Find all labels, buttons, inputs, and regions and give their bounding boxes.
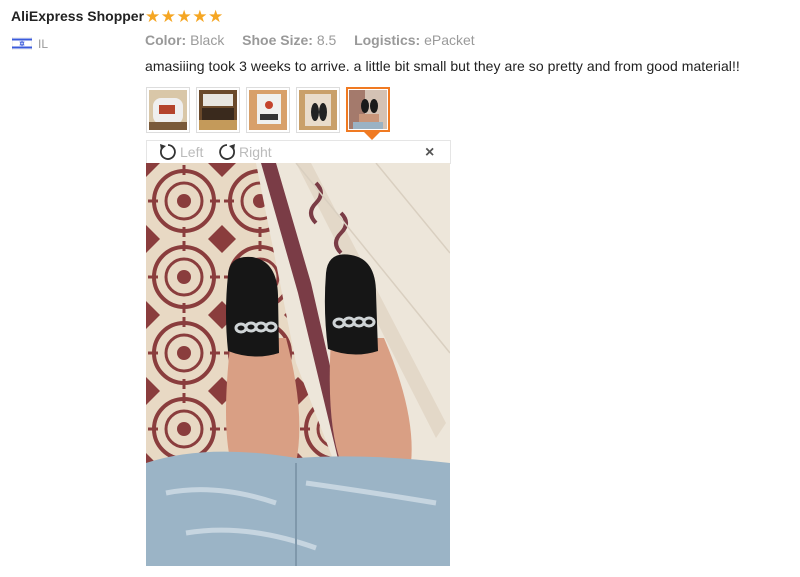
attr-size-value: 8.5	[316, 32, 337, 48]
rating-stars: ★★★★★	[145, 7, 224, 26]
order-attributes: Color: Black Shoe Size: 8.5 Logistics: e…	[145, 32, 475, 48]
attr-logistics-value: ePacket	[424, 32, 475, 48]
attr-size-key: Shoe Size:	[242, 32, 313, 48]
attr-color-value: Black	[190, 32, 225, 48]
rotate-left-icon	[160, 144, 176, 160]
rotate-left-button[interactable]: Left	[158, 142, 203, 162]
attr-color-key: Color:	[145, 32, 187, 48]
review-photo[interactable]	[146, 163, 450, 566]
review-text: amasiiing took 3 weeks to arrive. a litt…	[145, 58, 740, 74]
rotate-right-icon	[219, 144, 235, 160]
rotate-left-label: Left	[180, 144, 204, 160]
review-thumbnail[interactable]	[146, 87, 190, 133]
reviewer-name: AliExpress Shopper	[11, 8, 145, 24]
rotate-right-button[interactable]: Right	[217, 142, 272, 162]
review-thumbnail[interactable]	[196, 87, 240, 133]
close-icon[interactable]: ×	[425, 144, 434, 162]
rotate-right-label: Right	[239, 144, 272, 160]
thumbnail-strip	[146, 87, 390, 133]
active-thumbnail-pointer	[364, 132, 380, 140]
attr-logistics-key: Logistics:	[354, 32, 421, 48]
review-thumbnail[interactable]	[296, 87, 340, 133]
review-thumbnail[interactable]	[246, 87, 290, 133]
review-thumbnail-active[interactable]	[346, 87, 390, 132]
country-code: IL	[38, 37, 49, 51]
israel-flag-icon	[12, 37, 32, 50]
